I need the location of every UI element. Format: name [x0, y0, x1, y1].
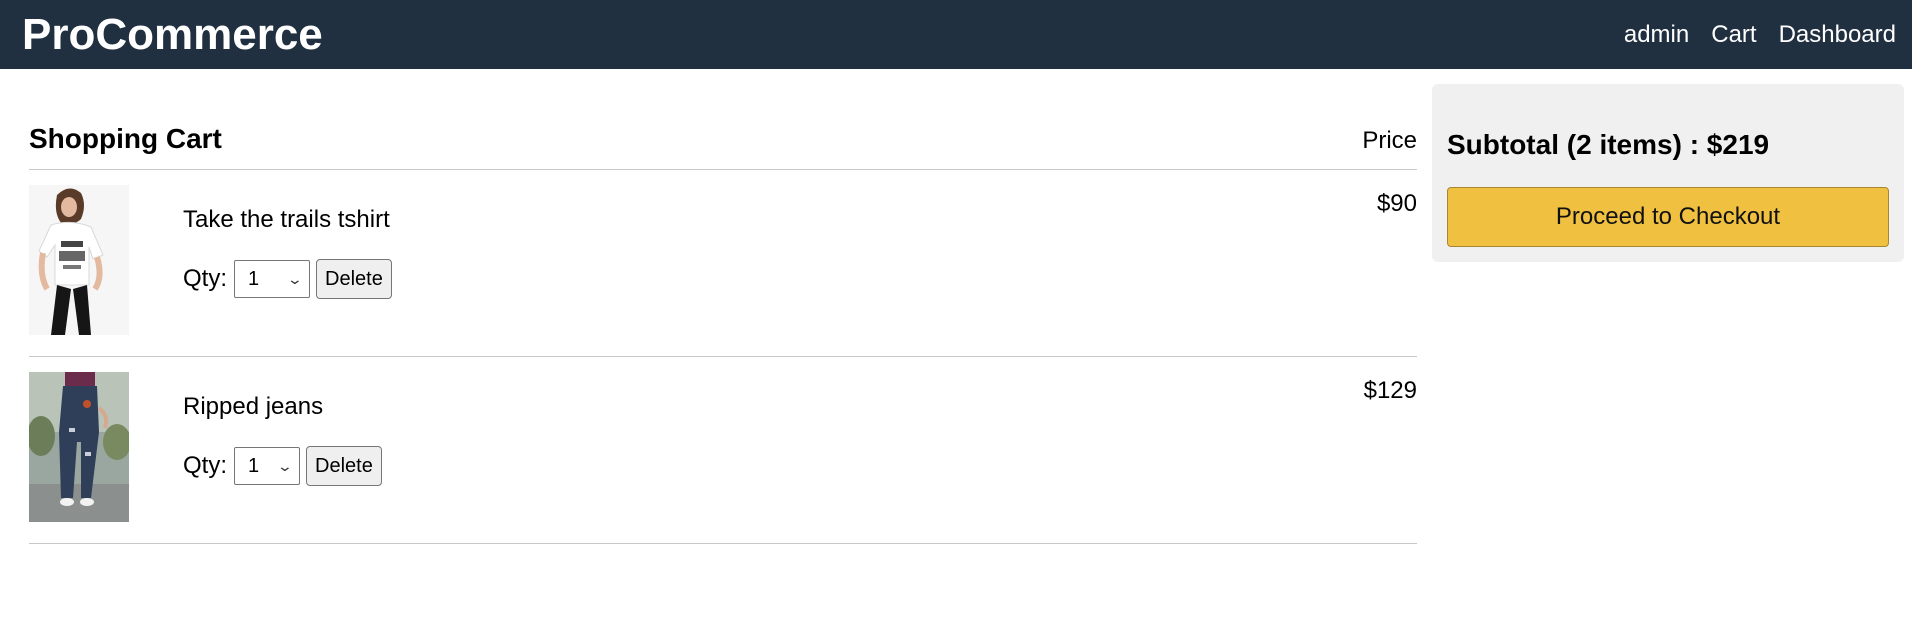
delete-button[interactable]: Delete [306, 446, 382, 486]
chevron-down-icon: ⌄ [286, 270, 304, 287]
order-summary: Subtotal (2 items) : $219 Proceed to Che… [1432, 84, 1904, 262]
proceed-to-checkout-button[interactable]: Proceed to Checkout [1447, 187, 1889, 247]
quantity-select[interactable]: 1 ⌄ [234, 447, 301, 485]
product-image[interactable] [29, 372, 129, 522]
quantity-controls: Qty: 1 ⌄ Delete [183, 259, 392, 299]
navbar: ProCommerce admin Cart Dashboard [0, 0, 1912, 69]
price-column-heading: Price [1362, 127, 1417, 154]
chevron-down-icon: ⌄ [276, 457, 294, 474]
qty-label: Qty: [183, 452, 228, 479]
cart-item: Take the trails tshirt Qty: 1 ⌄ Delete $… [29, 170, 1417, 357]
cart-header: Shopping Cart Price [29, 110, 1417, 170]
woman-in-white-tshirt-photo [29, 185, 129, 335]
nav-link-cart[interactable]: Cart [1711, 22, 1756, 47]
nav-links: admin Cart Dashboard [1602, 22, 1896, 47]
product-name-link[interactable]: Take the trails tshirt [183, 206, 390, 234]
quantity-value: 1 [248, 454, 260, 477]
cart-item: Ripped jeans Qty: 1 ⌄ Delete $129 [29, 357, 1417, 544]
subtotal-text: Subtotal (2 items) : $219 [1447, 129, 1770, 160]
nav-link-dashboard[interactable]: Dashboard [1779, 22, 1896, 47]
nav-link-admin[interactable]: admin [1624, 22, 1689, 47]
quantity-value: 1 [248, 267, 260, 290]
qty-label: Qty: [183, 265, 228, 292]
page-title: Shopping Cart [29, 123, 222, 154]
item-price: $90 [1376, 190, 1417, 217]
woman-in-ripped-jeans-photo [29, 372, 129, 522]
product-name-link[interactable]: Ripped jeans [183, 393, 323, 421]
brand-logo-link[interactable]: ProCommerce [22, 12, 323, 57]
cart-list: Shopping Cart Price Take the trails tshi… [29, 110, 1417, 544]
item-price: $129 [1363, 377, 1417, 404]
delete-button[interactable]: Delete [316, 259, 392, 299]
quantity-select[interactable]: 1 ⌄ [234, 260, 311, 298]
product-image[interactable] [29, 185, 129, 335]
quantity-controls: Qty: 1 ⌄ Delete [183, 446, 382, 486]
